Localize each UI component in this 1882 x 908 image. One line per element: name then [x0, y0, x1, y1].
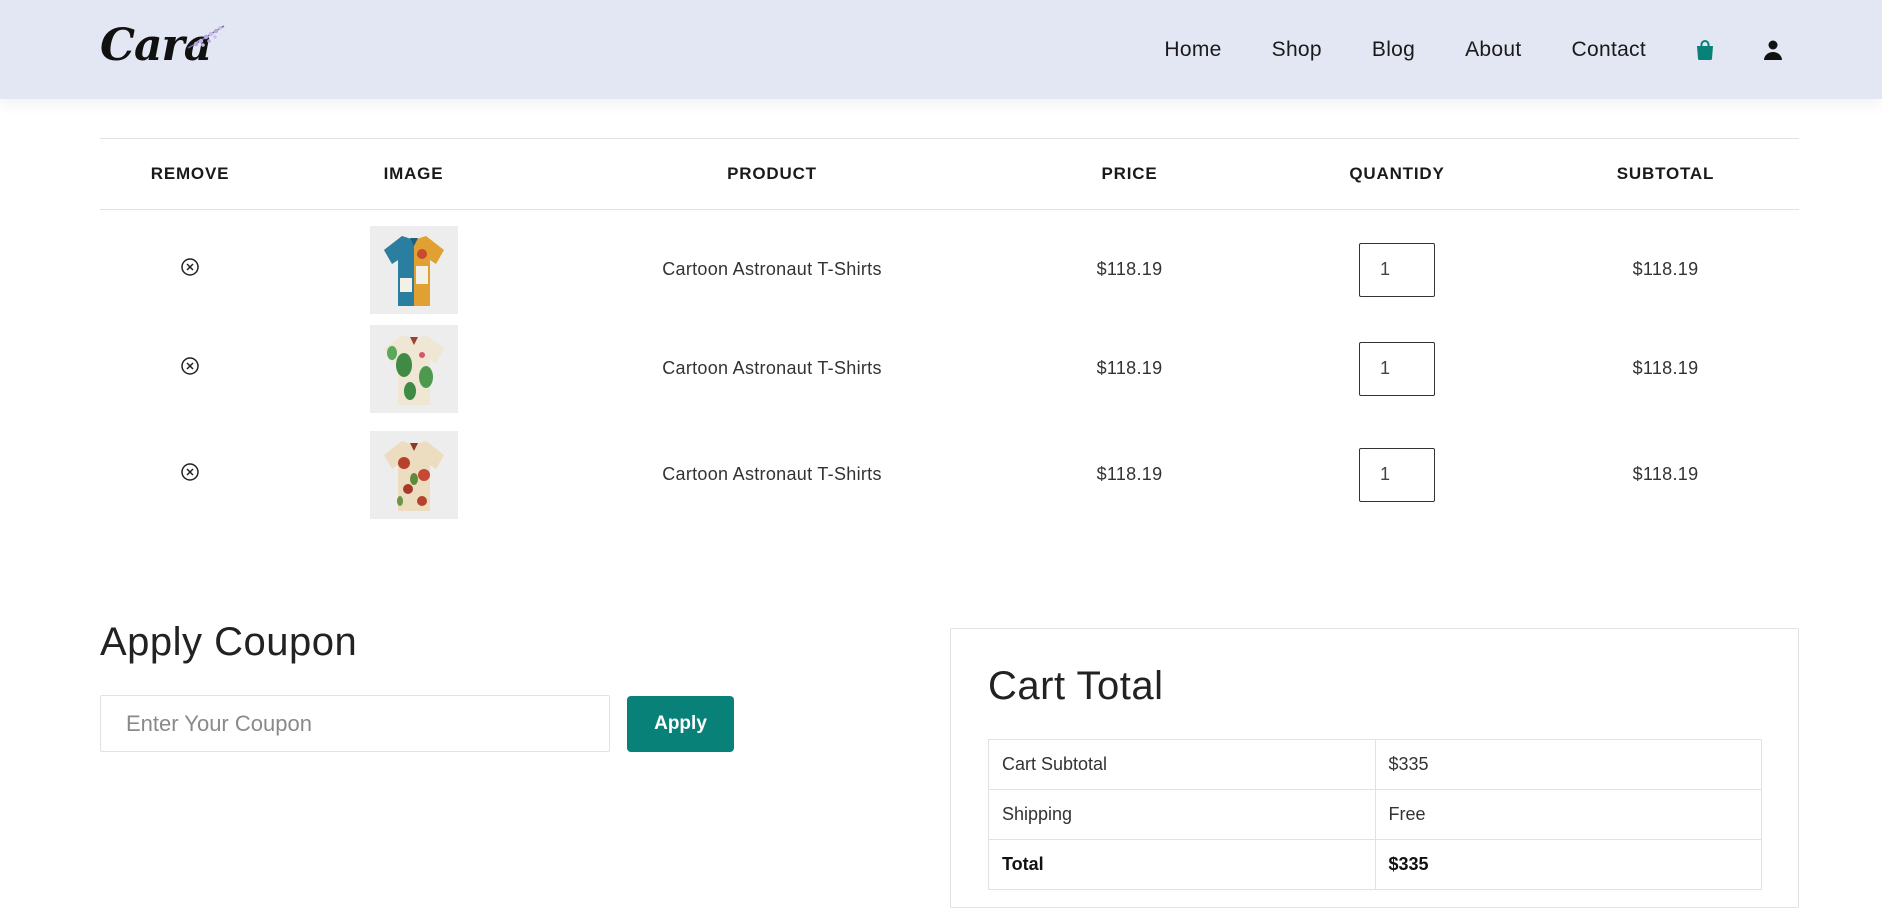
totals-label: Shipping	[988, 789, 1376, 840]
totals-row-subtotal: Cart Subtotal $335	[988, 739, 1762, 790]
shirt-image-1	[369, 225, 458, 314]
nav-about[interactable]: About	[1465, 38, 1521, 62]
shopping-bag-icon	[1697, 39, 1713, 60]
totals-value: $335	[1374, 839, 1762, 890]
totals-row-shipping: Shipping Free	[988, 789, 1762, 840]
column-header-quantity: QUANTIDY	[1349, 164, 1445, 183]
product-image[interactable]	[369, 225, 458, 314]
product-image[interactable]	[369, 430, 458, 519]
cart-row: Cartoon Astronaut T-Shirts $118.19 $118.…	[100, 316, 1799, 422]
cart-table: REMOVE IMAGE PRODUCT PRICE QUANTIDY SUBT…	[100, 138, 1799, 528]
nav-home[interactable]: Home	[1164, 38, 1221, 62]
quantity-input[interactable]	[1359, 447, 1435, 502]
nav-blog[interactable]: Blog	[1372, 38, 1415, 62]
account-link[interactable]	[1764, 40, 1782, 60]
product-image[interactable]	[369, 324, 458, 413]
main-nav: Home Shop Blog About Contact	[1114, 0, 1782, 99]
remove-item-button[interactable]	[180, 257, 200, 277]
column-header-product: PRODUCT	[727, 164, 817, 183]
coupon-input[interactable]	[100, 695, 610, 752]
quantity-input[interactable]	[1359, 341, 1435, 396]
remove-circle-icon	[181, 258, 199, 276]
user-icon	[1764, 40, 1782, 60]
nav-shop[interactable]: Shop	[1272, 38, 1322, 62]
totals-label: Cart Subtotal	[988, 739, 1376, 790]
cart-row: Cartoon Astronaut T-Shirts $118.19 $118.…	[100, 422, 1799, 528]
product-name: Cartoon Astronaut T-Shirts	[662, 464, 882, 484]
logo[interactable]: Cara	[100, 14, 230, 76]
nav-contact[interactable]: Contact	[1572, 38, 1646, 62]
remove-circle-icon	[181, 357, 199, 375]
lavender-sprig-icon	[187, 25, 225, 49]
product-price: $118.19	[1096, 259, 1163, 280]
totals-value: $335	[1374, 739, 1762, 790]
product-name: Cartoon Astronaut T-Shirts	[662, 259, 882, 280]
totals-label: Total	[988, 839, 1376, 890]
product-name: Cartoon Astronaut T-Shirts	[662, 358, 882, 378]
totals-value: Free	[1374, 789, 1762, 840]
shirt-image-3	[369, 430, 458, 519]
remove-item-button[interactable]	[180, 462, 200, 482]
cart-total-title: Cart Total	[988, 664, 1164, 708]
column-header-price: PRICE	[1101, 164, 1158, 183]
column-header-image: IMAGE	[383, 164, 444, 183]
column-header-remove: REMOVE	[150, 164, 230, 183]
row-subtotal: $118.19	[1632, 464, 1699, 484]
product-price: $118.19	[1096, 464, 1163, 484]
quantity-input[interactable]	[1359, 242, 1435, 297]
shirt-image-2	[369, 324, 458, 413]
product-price: $118.19	[1096, 358, 1163, 378]
remove-circle-icon	[181, 463, 199, 481]
coupon-form: Apply	[100, 695, 750, 752]
column-header-subtotal: SUBTOTAL	[1616, 164, 1715, 183]
cart-header-row: REMOVE IMAGE PRODUCT PRICE QUANTIDY SUBT…	[100, 138, 1799, 210]
row-subtotal: $118.19	[1632, 259, 1699, 280]
cart-row: Cartoon Astronaut T-Shirts $118.19 $118.…	[100, 210, 1799, 316]
cart-total-panel: Cart Total Cart Subtotal $335 Shipping F…	[950, 628, 1799, 908]
site-header: Cara Home Shop Blog About Contact	[0, 0, 1882, 99]
totals-row-total: Total $335	[988, 839, 1762, 890]
coupon-section: Apply Coupon Apply	[100, 620, 750, 752]
apply-coupon-button[interactable]: Apply	[627, 695, 734, 752]
remove-item-button[interactable]	[180, 356, 200, 376]
cart-link[interactable]	[1696, 39, 1714, 60]
coupon-title: Apply Coupon	[100, 620, 358, 664]
row-subtotal: $118.19	[1632, 358, 1699, 378]
totals-table: Cart Subtotal $335 Shipping Free Total $…	[988, 739, 1762, 890]
